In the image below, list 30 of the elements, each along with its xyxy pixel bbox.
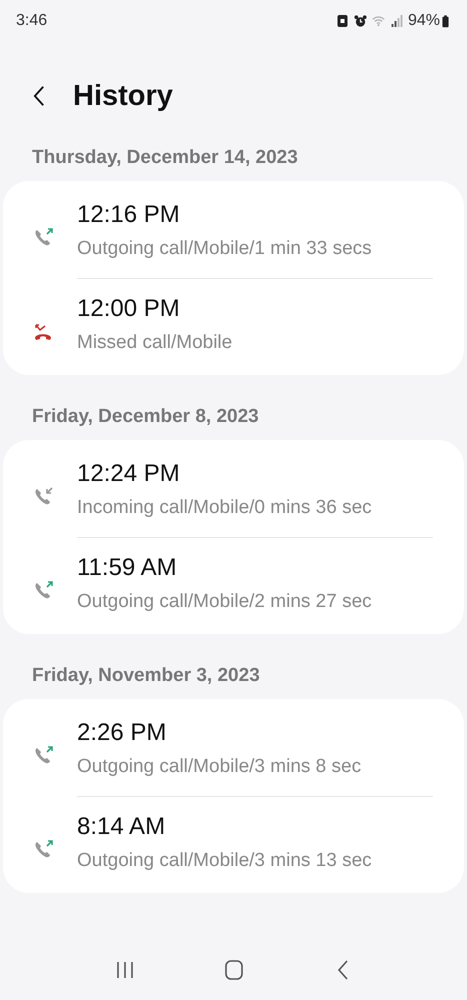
- call-details: Outgoing call/Mobile/3 mins 8 sec: [77, 755, 362, 779]
- call-time: 12:24 PM: [77, 460, 181, 488]
- call-time: 12:16 PM: [77, 201, 181, 229]
- incoming-call-icon: [33, 486, 53, 506]
- call-details: Missed call/Mobile: [77, 330, 234, 354]
- call-time: 2:26 PM: [77, 719, 168, 747]
- call-details: Outgoing call/Mobile/2 mins 27 sec: [77, 590, 373, 614]
- date-header: Thursday, December 14, 2023: [31, 146, 299, 170]
- wifi-icon: [372, 14, 385, 28]
- outgoing-call-icon: [33, 227, 53, 247]
- call-time: 8:14 AM: [77, 812, 166, 840]
- back-icon[interactable]: [33, 84, 46, 108]
- signal-icon: [390, 14, 403, 28]
- status-time: 3:46: [16, 12, 48, 30]
- call-time: 12:00 PM: [77, 294, 181, 322]
- home-icon[interactable]: [222, 960, 244, 980]
- call-details: Incoming call/Mobile/0 mins 36 sec: [77, 496, 373, 520]
- battery-percentage: 94%: [408, 12, 440, 30]
- call-time: 11:59 AM: [77, 554, 178, 582]
- outgoing-call-icon: [33, 838, 53, 858]
- call-details: Outgoing call/Mobile/1 min 33 secs: [77, 237, 373, 261]
- date-header: Friday, November 3, 2023: [31, 664, 261, 688]
- call-details: Outgoing call/Mobile/3 mins 13 sec: [77, 848, 373, 872]
- alarm-icon: [354, 14, 367, 28]
- sim-icon: [336, 14, 349, 28]
- date-header: Friday, December 8, 2023: [31, 405, 260, 429]
- page-title: History: [73, 80, 173, 112]
- battery-icon: [442, 14, 449, 28]
- outgoing-call-icon: [33, 580, 53, 600]
- outgoing-call-icon: [33, 745, 53, 765]
